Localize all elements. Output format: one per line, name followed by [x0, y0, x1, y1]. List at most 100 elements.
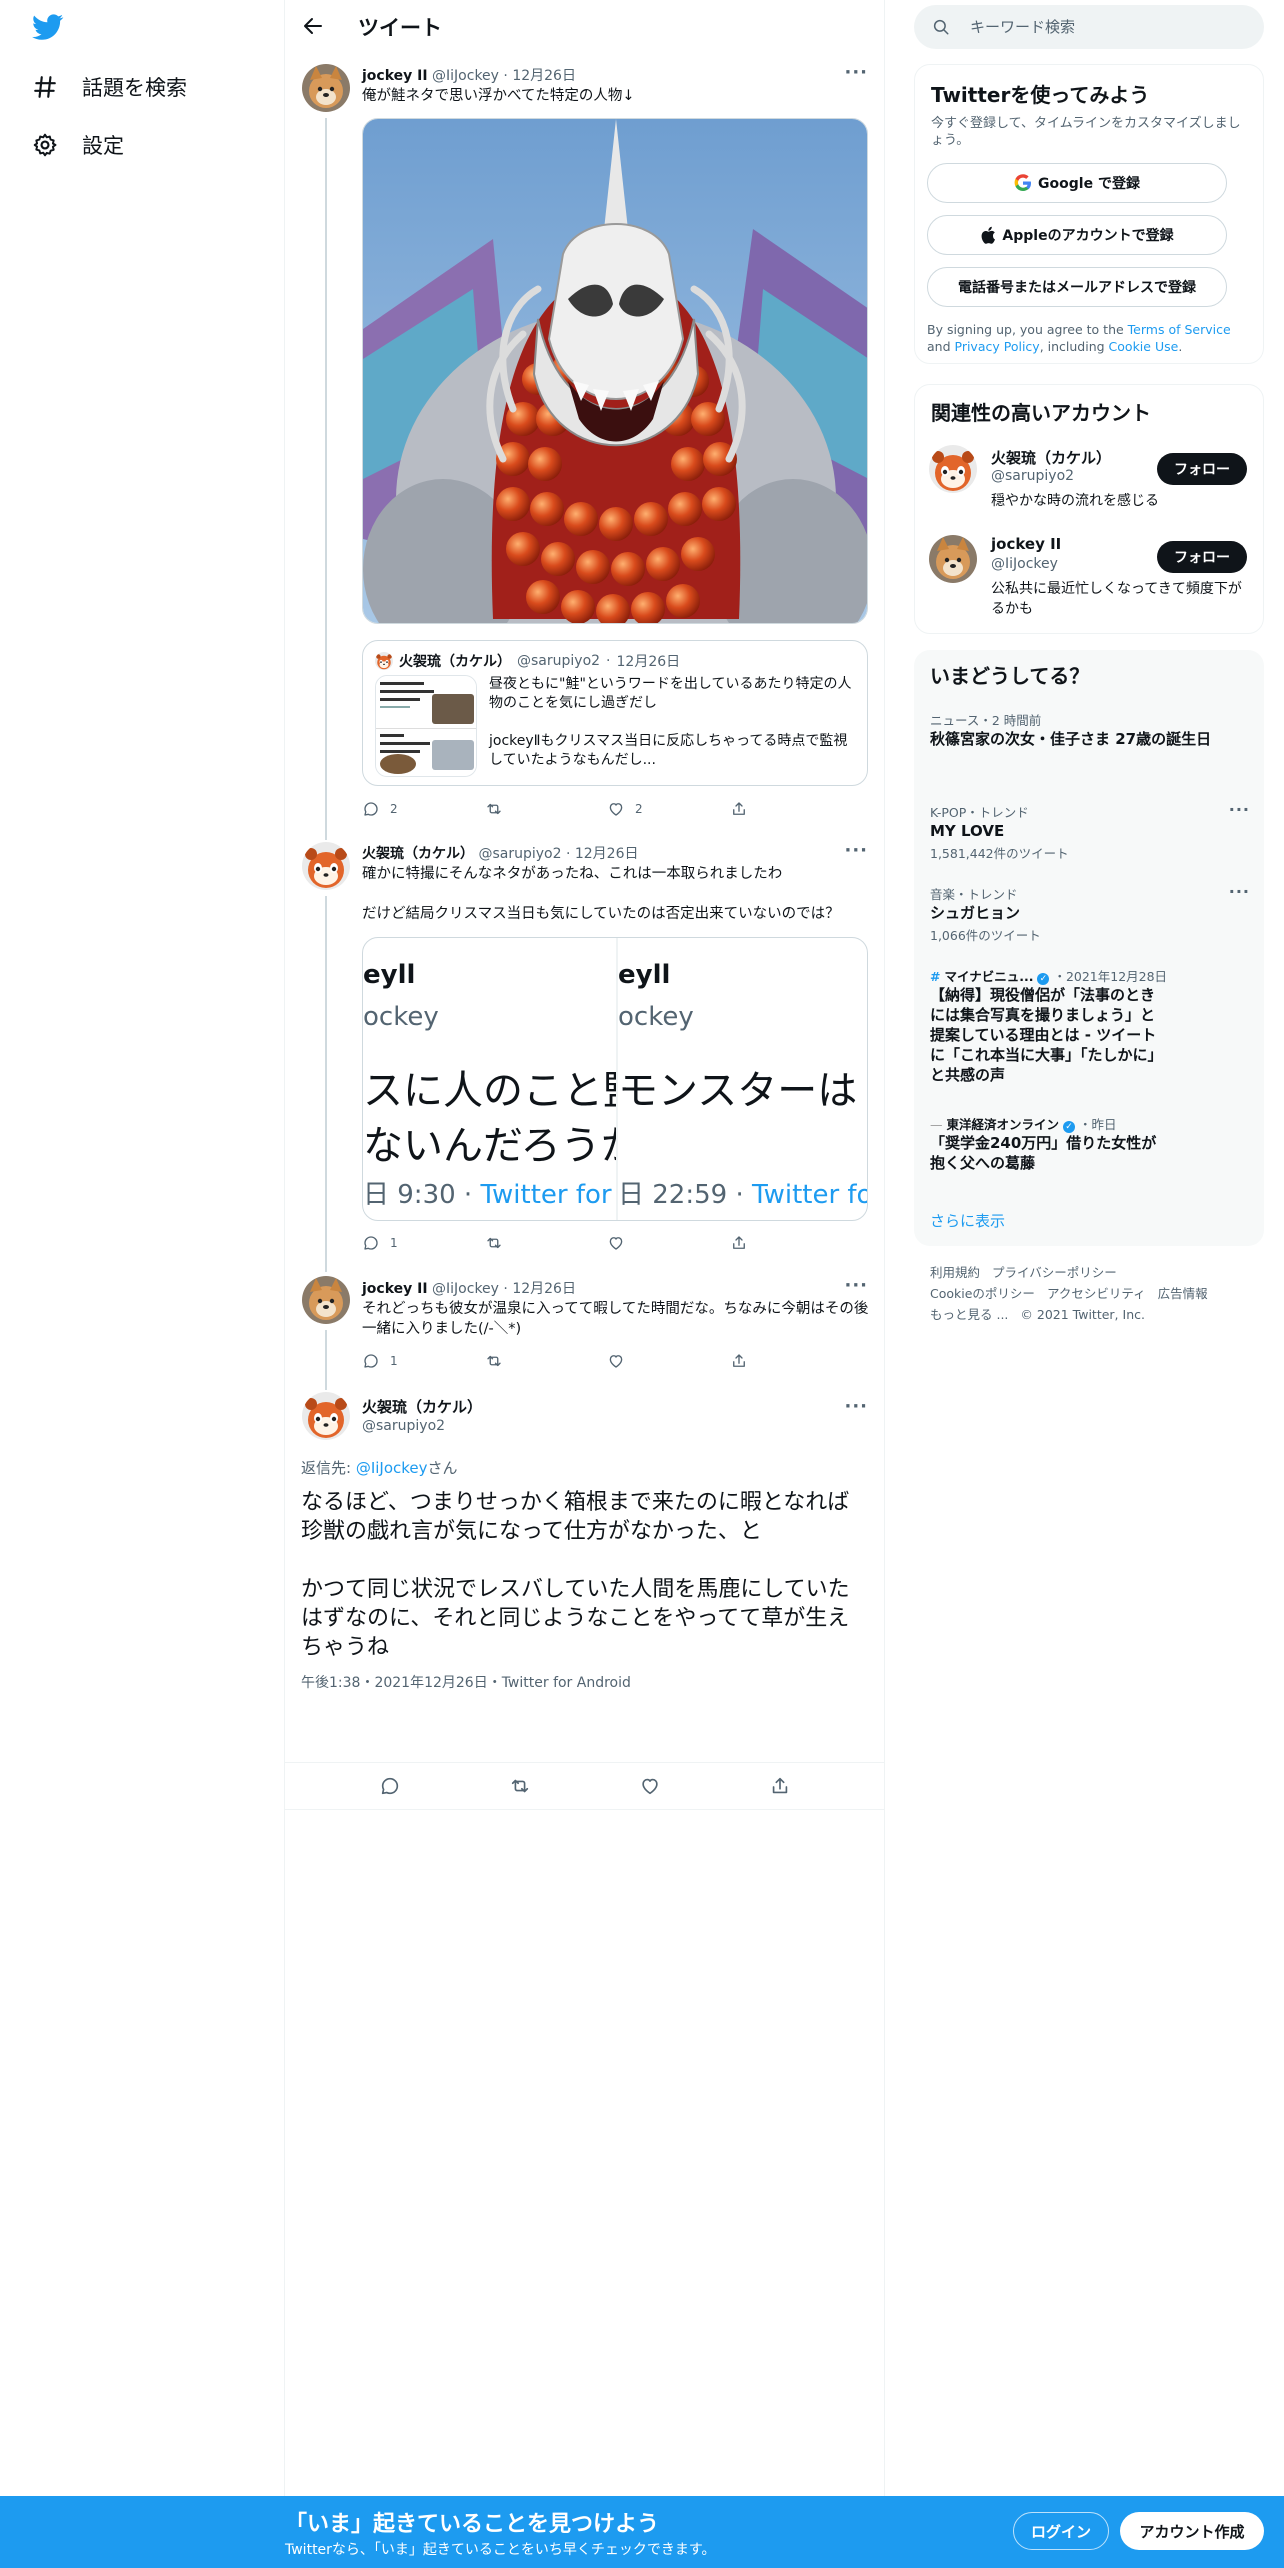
trend-item[interactable]: ニュース・2 時間前 秋篠宮家の次女・佳子さま 27歳の誕生日 [930, 710, 1250, 749]
trend-context: K-POP・トレンド [930, 805, 1029, 820]
trends-title: いまどうしてる？ [930, 664, 1090, 688]
related-accounts-title: 関連性の高いアカウント [931, 401, 1151, 425]
more-options-icon[interactable]: ··· [844, 1275, 868, 1296]
account-name[interactable]: 火袈琉（カケル） [991, 447, 1111, 468]
bottom-bar-subtitle: Twitterなら、「いま」起きていることをいち早くチェックできます。 [285, 2542, 716, 2558]
tweet-paragraph: かつて同じ状況でレスバしていた人間を馬鹿にしていたはずなのに、それと同じようなこ… [301, 1577, 850, 1660]
apple-signup-button[interactable]: Appleのアカウントで登録 [927, 215, 1227, 255]
share-button[interactable] [730, 800, 783, 818]
search-icon [933, 19, 949, 35]
trend-title: 「奨学金240万円」借りた女性が抱く父への葛藤 [930, 1134, 1157, 1172]
reply-button[interactable]: 2 [362, 800, 485, 818]
follow-button[interactable]: フォロー [1157, 453, 1247, 485]
nav-item-explore[interactable]: 話題を検索 [32, 72, 187, 102]
tweet-header: 火袈琉（カケル） @sarupiyo2 · 12月26日 [362, 846, 639, 862]
like-button[interactable] [607, 1352, 730, 1370]
tweet-paragraph: なるほど、つまりせっかく箱根まで来たのに暇となれば珍獣の戯れ言が気になって仕方が… [301, 1490, 850, 1544]
tweet-timestamp[interactable]: 午後1:38・2021年12月26日・Twitter for Android [301, 1672, 631, 1692]
avatar[interactable] [302, 1276, 350, 1324]
cookie-use-link[interactable]: Cookie Use [1109, 339, 1179, 354]
replying-handle-link[interactable]: @IiJockey [356, 1459, 428, 1477]
more-options-icon[interactable]: ··· [844, 840, 868, 861]
footer-link[interactable]: 利用規約 [930, 1265, 980, 1280]
retweet-button[interactable] [485, 1352, 608, 1370]
author-name[interactable]: 火袈琉（カケル） [362, 846, 474, 862]
twitter-logo-icon[interactable] [32, 14, 64, 42]
footer-link[interactable]: プライバシーポリシー [992, 1265, 1117, 1280]
phone-email-signup-button[interactable]: 電話番号またはメールアドレスで登録 [927, 267, 1227, 307]
terms-of-service-link[interactable]: Terms of Service [1128, 322, 1231, 337]
trend-item[interactable]: 音楽・トレンド シュガヒョン 1,066件のツイート [930, 884, 1250, 944]
author-name[interactable]: jockey II [362, 1281, 428, 1297]
retweet-button[interactable] [485, 1234, 608, 1252]
news-source-name: 東洋経済オンライン [946, 1117, 1059, 1132]
avatar[interactable] [302, 1392, 350, 1440]
show-more-link[interactable]: さらに表示 [930, 1210, 1005, 1231]
trend-context: — 東洋経済オンライン ✓ ・昨日 [930, 1114, 1250, 1133]
avatar[interactable] [302, 842, 350, 890]
google-signup-button[interactable]: Google で登録 [927, 163, 1227, 203]
create-account-button[interactable]: アカウント作成 [1120, 2512, 1264, 2550]
retweet-button[interactable] [485, 800, 608, 818]
trend-more-icon[interactable]: ··· [1229, 882, 1250, 901]
reply-icon[interactable] [379, 1775, 401, 1797]
like-button[interactable] [607, 1234, 730, 1252]
share-button[interactable] [730, 1234, 783, 1252]
heart-icon [607, 800, 625, 818]
trend-item[interactable]: — 東洋経済オンライン ✓ ・昨日 「奨学金240万円」借りた女性が抱く父への葛… [930, 1114, 1250, 1173]
more-options-icon[interactable]: ··· [844, 1396, 868, 1417]
more-options-icon[interactable]: ··· [844, 62, 868, 83]
account-name[interactable]: jockey II [991, 535, 1061, 553]
trend-item[interactable]: K-POP・トレンド MY LOVE 1,581,442件のツイート [930, 802, 1250, 862]
avatar[interactable] [929, 445, 977, 493]
tweet-photo[interactable] [362, 118, 868, 624]
reply-button[interactable]: 1 [362, 1352, 485, 1370]
reply-button[interactable]: 1 [362, 1234, 485, 1252]
search-input[interactable] [970, 5, 1240, 49]
trend-more-icon[interactable]: ··· [1229, 800, 1250, 819]
trend-item[interactable]: # マイナビニュ... ✓ ・2021年12月28日 【納得】現役僧侶が「法事の… [930, 966, 1250, 1085]
bottom-signup-bar: 「いま」起きていることを見つけよう Twitterなら、「いま」起きていることを… [0, 2496, 1284, 2568]
tweet-paragraph: 確かに特撮にそんなネタがあったね、これは一本取られましたわ [362, 866, 783, 882]
footer-link[interactable]: アクセシビリティ [1047, 1286, 1146, 1301]
back-arrow-icon[interactable] [301, 14, 325, 38]
screenshot-right-panel: eyll ockey モンスターは 日 22:59 · Twitter for [618, 938, 867, 1220]
tweet-date[interactable]: 12月26日 [512, 1281, 576, 1297]
avatar[interactable] [302, 64, 350, 112]
news-source-name: マイナビニュ... [944, 969, 1034, 984]
share-icon[interactable] [769, 1775, 791, 1797]
author-handle[interactable]: @sarupiyo2 [478, 846, 561, 862]
avatar[interactable] [929, 535, 977, 583]
heart-icon[interactable] [639, 1775, 661, 1797]
tweet-date[interactable]: 12月26日 [575, 846, 639, 862]
phone-email-signup-label: 電話番号またはメールアドレスで登録 [958, 280, 1196, 296]
tweet-date[interactable]: 12月26日 [512, 68, 576, 84]
account-handle[interactable]: @IiJockey [991, 556, 1058, 572]
footer-link[interactable]: もっと見る ... [930, 1307, 1008, 1322]
login-button[interactable]: ログイン [1013, 2512, 1109, 2550]
privacy-policy-link[interactable]: Privacy Policy [955, 339, 1040, 354]
focused-tweet-text: なるほど、つまりせっかく箱根まで来たのに暇となれば珍獣の戯れ言が気になって仕方が… [301, 1488, 866, 1662]
tweet-screenshot-image[interactable]: eyll ockey スに人のこと監 ないんだろうかっ... 日 9:30 · … [362, 937, 868, 1221]
author-handle[interactable]: @IiJockey [432, 68, 499, 84]
quoted-tweet-card[interactable]: 火袈琉（カケル） @sarupiyo2 · 12月26日 昼夜ともに"鮭"というワ… [362, 640, 868, 786]
quoted-author-handle: @sarupiyo2 [517, 653, 601, 669]
follow-button[interactable]: フォロー [1157, 541, 1247, 573]
account-handle[interactable]: @sarupiyo2 [991, 468, 1074, 484]
author-name[interactable]: jockey II [362, 68, 428, 84]
footer-link[interactable]: Cookieのポリシー [930, 1286, 1035, 1301]
share-button[interactable] [730, 1352, 783, 1370]
quoted-tweet-paragraph: jockeyⅡもクリスマス当日に反応しちゃってる時点で監視していたようなもんだし… [489, 733, 848, 768]
screenshot-name: eyll [363, 960, 416, 990]
apple-icon [981, 226, 996, 244]
verified-badge-icon: ✓ [1062, 1121, 1075, 1133]
signup-terms: By signing up, you agree to the Terms of… [927, 321, 1253, 355]
author-handle[interactable]: @IiJockey [432, 1281, 499, 1297]
retweet-icon [485, 1352, 503, 1370]
author-name[interactable]: 火袈琉（カケル） [362, 1396, 482, 1417]
like-button[interactable]: 2 [607, 800, 730, 818]
footer-link[interactable]: 広告情報 [1158, 1286, 1208, 1301]
nav-item-settings[interactable]: 設定 [32, 130, 124, 160]
author-handle[interactable]: @sarupiyo2 [362, 1418, 445, 1434]
retweet-icon[interactable] [509, 1775, 531, 1797]
